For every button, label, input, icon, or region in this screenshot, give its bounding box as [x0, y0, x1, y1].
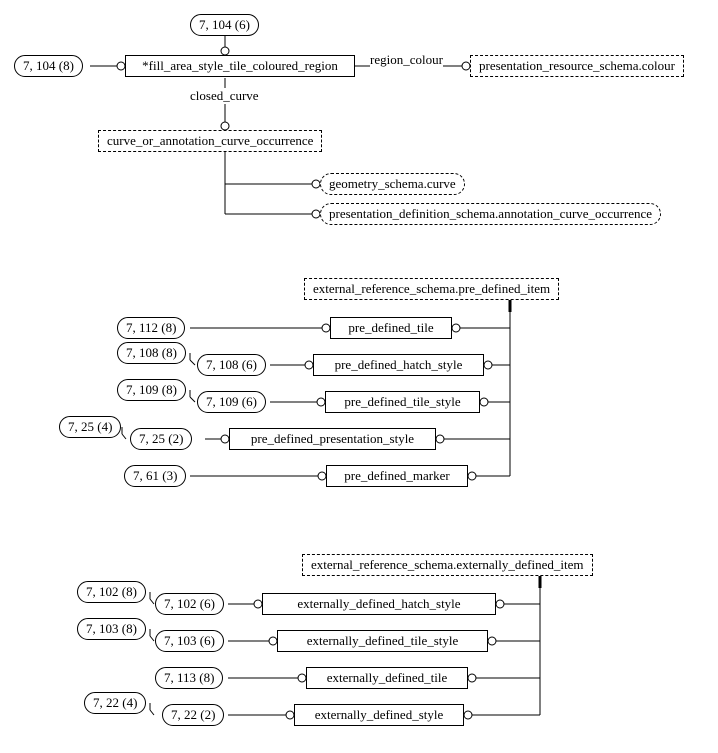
schema-ref: geometry_schema.curve — [320, 173, 465, 195]
page-ref: 7, 25 (2) — [130, 428, 192, 450]
entity-box: externally_defined_tile — [306, 667, 468, 689]
page-ref: 7, 103 (6) — [155, 630, 224, 652]
schema-ref: presentation_definition_schema.annotatio… — [320, 203, 661, 225]
entity-box: externally_defined_hatch_style — [262, 593, 496, 615]
entity-box: pre_defined_hatch_style — [313, 354, 484, 376]
page-ref: 7, 109 (6) — [197, 391, 266, 413]
entity-box: pre_defined_presentation_style — [229, 428, 436, 450]
page-ref: 7, 104 (8) — [14, 55, 83, 77]
entity-box: externally_defined_style — [294, 704, 464, 726]
page-ref: 7, 102 (6) — [155, 593, 224, 615]
attribute-label: closed_curve — [190, 88, 259, 104]
page-ref: 7, 109 (8) — [117, 379, 186, 401]
select-type: curve_or_annotation_curve_occurrence — [98, 130, 322, 152]
schema-ref: presentation_resource_schema.colour — [470, 55, 684, 77]
entity-box: pre_defined_tile — [330, 317, 452, 339]
entity-box: *fill_area_style_tile_coloured_region — [125, 55, 355, 77]
entity-box: externally_defined_tile_style — [277, 630, 488, 652]
schema-ref-parent: external_reference_schema.pre_defined_it… — [304, 278, 559, 300]
page-ref: 7, 22 (4) — [84, 692, 146, 714]
schema-ref-parent: external_reference_schema.externally_def… — [302, 554, 593, 576]
page-ref: 7, 113 (8) — [155, 667, 223, 689]
page-ref: 7, 25 (4) — [59, 416, 121, 438]
page-ref: 7, 103 (8) — [77, 618, 146, 640]
entity-box: pre_defined_tile_style — [325, 391, 480, 413]
page-ref: 7, 108 (8) — [117, 342, 186, 364]
page-ref: 7, 104 (6) — [190, 14, 259, 36]
page-ref: 7, 102 (8) — [77, 581, 146, 603]
page-ref: 7, 22 (2) — [162, 704, 224, 726]
page-ref: 7, 108 (6) — [197, 354, 266, 376]
entity-box: pre_defined_marker — [326, 465, 468, 487]
page-ref: 7, 112 (8) — [117, 317, 185, 339]
attribute-label: region_colour — [370, 52, 443, 68]
page-ref: 7, 61 (3) — [124, 465, 186, 487]
